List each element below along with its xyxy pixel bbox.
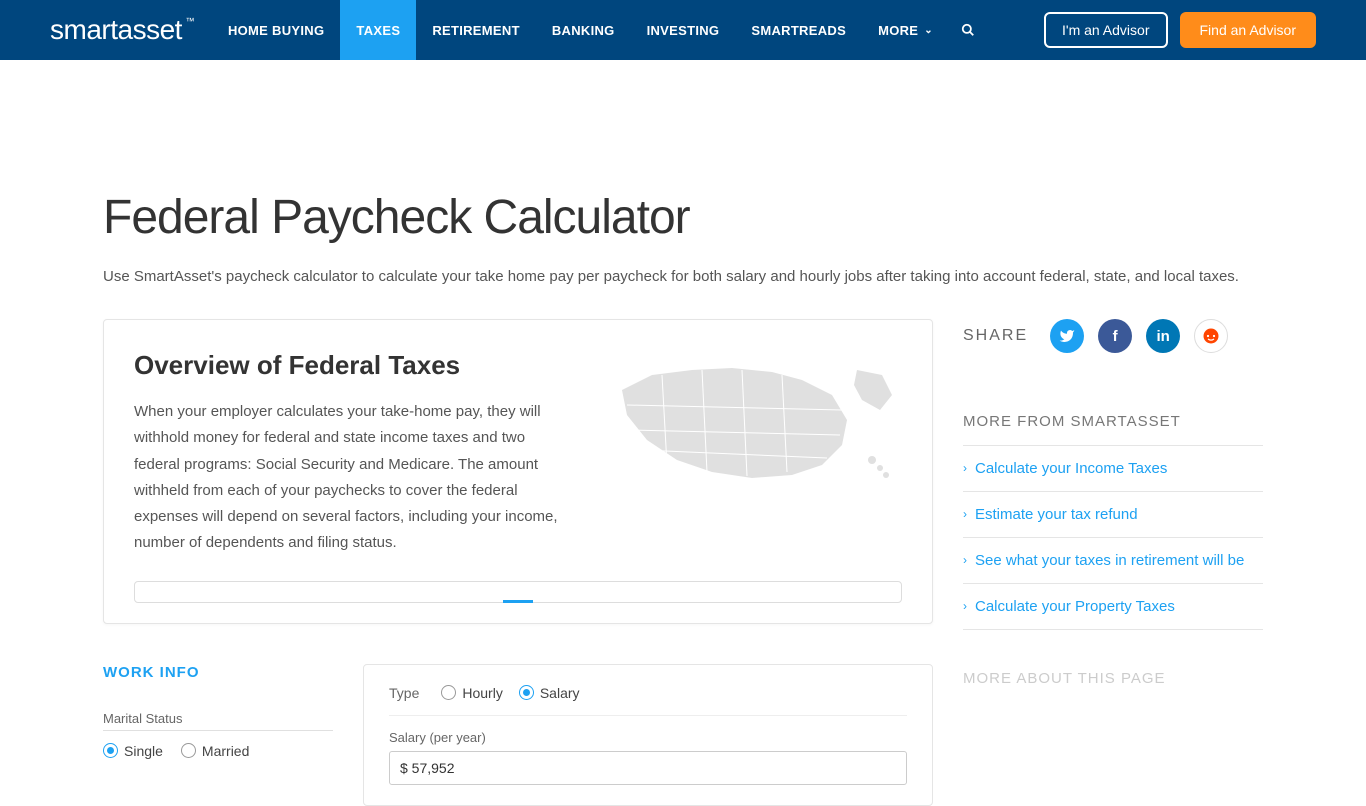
salary-label: Salary (per year) (389, 730, 907, 745)
type-hourly-option[interactable]: Hourly (441, 685, 502, 701)
collapse-toggle[interactable] (134, 581, 902, 603)
primary-nav: HOME BUYING TAXES RETIREMENT BANKING INV… (212, 0, 987, 60)
marital-married-label: Married (202, 743, 249, 759)
sidebar-link-retirement-taxes[interactable]: See what your taxes in retirement will b… (975, 550, 1244, 571)
type-salary-label: Salary (540, 685, 580, 701)
marital-married-option[interactable]: Married (181, 743, 249, 759)
chevron-right-icon: › (963, 461, 967, 475)
chevron-right-icon: › (963, 599, 967, 613)
nav-banking[interactable]: BANKING (536, 0, 631, 60)
sidebar-link-property-taxes[interactable]: Calculate your Property Taxes (975, 596, 1175, 617)
chevron-right-icon: › (963, 507, 967, 521)
nav-investing[interactable]: INVESTING (631, 0, 736, 60)
overview-title: Overview of Federal Taxes (134, 350, 572, 381)
share-twitter-icon[interactable] (1050, 319, 1084, 353)
page-subtitle: Use SmartAsset's paycheck calculator to … (103, 265, 1263, 289)
usa-map-icon (602, 350, 902, 500)
overview-card: Overview of Federal Taxes When your empl… (103, 319, 933, 624)
nav-home-buying[interactable]: HOME BUYING (212, 0, 340, 60)
share-label: SHARE (963, 327, 1028, 345)
type-salary-option[interactable]: Salary (519, 685, 580, 701)
type-label: Type (389, 685, 419, 701)
sidebar-links: › Calculate your Income Taxes › Estimate… (963, 445, 1263, 630)
marital-status-label: Marital Status (103, 711, 333, 731)
work-info-heading: WORK INFO (103, 664, 333, 681)
radio-icon (441, 685, 456, 700)
more-about-heading: MORE ABOUT THIS PAGE (963, 670, 1263, 687)
salary-panel: Type Hourly Salary Salary (per year) (363, 664, 933, 806)
nav-smartreads[interactable]: SMARTREADS (735, 0, 862, 60)
nav-more[interactable]: MORE ⌄ (862, 0, 949, 60)
radio-icon (181, 743, 196, 758)
sidebar-link-income-taxes[interactable]: Calculate your Income Taxes (975, 458, 1167, 479)
header-actions: I'm an Advisor Find an Advisor (1044, 12, 1316, 48)
page-title: Federal Paycheck Calculator (103, 190, 1263, 245)
list-item: › Calculate your Property Taxes (963, 584, 1263, 630)
main-header: smartasset™ HOME BUYING TAXES RETIREMENT… (0, 0, 1366, 60)
im-advisor-button[interactable]: I'm an Advisor (1044, 12, 1168, 48)
share-facebook-icon[interactable]: f (1098, 319, 1132, 353)
nav-taxes[interactable]: TAXES (340, 0, 416, 60)
share-linkedin-icon[interactable]: in (1146, 319, 1180, 353)
find-advisor-button[interactable]: Find an Advisor (1180, 12, 1317, 48)
share-row: SHARE f in (963, 319, 1263, 353)
sidebar-link-tax-refund[interactable]: Estimate your tax refund (975, 504, 1138, 525)
type-hourly-label: Hourly (462, 685, 502, 701)
overview-body: When your employer calculates your take-… (134, 399, 572, 557)
chevron-down-icon: ⌄ (924, 25, 933, 36)
marital-single-label: Single (124, 743, 163, 759)
nav-more-label: MORE (878, 23, 918, 38)
list-item: › See what your taxes in retirement will… (963, 538, 1263, 584)
logo[interactable]: smartasset™ (50, 14, 182, 46)
share-reddit-icon[interactable] (1194, 319, 1228, 353)
search-icon[interactable] (949, 0, 987, 60)
marital-single-option[interactable]: Single (103, 743, 163, 759)
list-item: › Estimate your tax refund (963, 492, 1263, 538)
nav-retirement[interactable]: RETIREMENT (416, 0, 536, 60)
chevron-right-icon: › (963, 553, 967, 567)
list-item: › Calculate your Income Taxes (963, 445, 1263, 492)
radio-icon (103, 743, 118, 758)
more-from-heading: MORE FROM SMARTASSET (963, 413, 1263, 430)
radio-icon (519, 685, 534, 700)
